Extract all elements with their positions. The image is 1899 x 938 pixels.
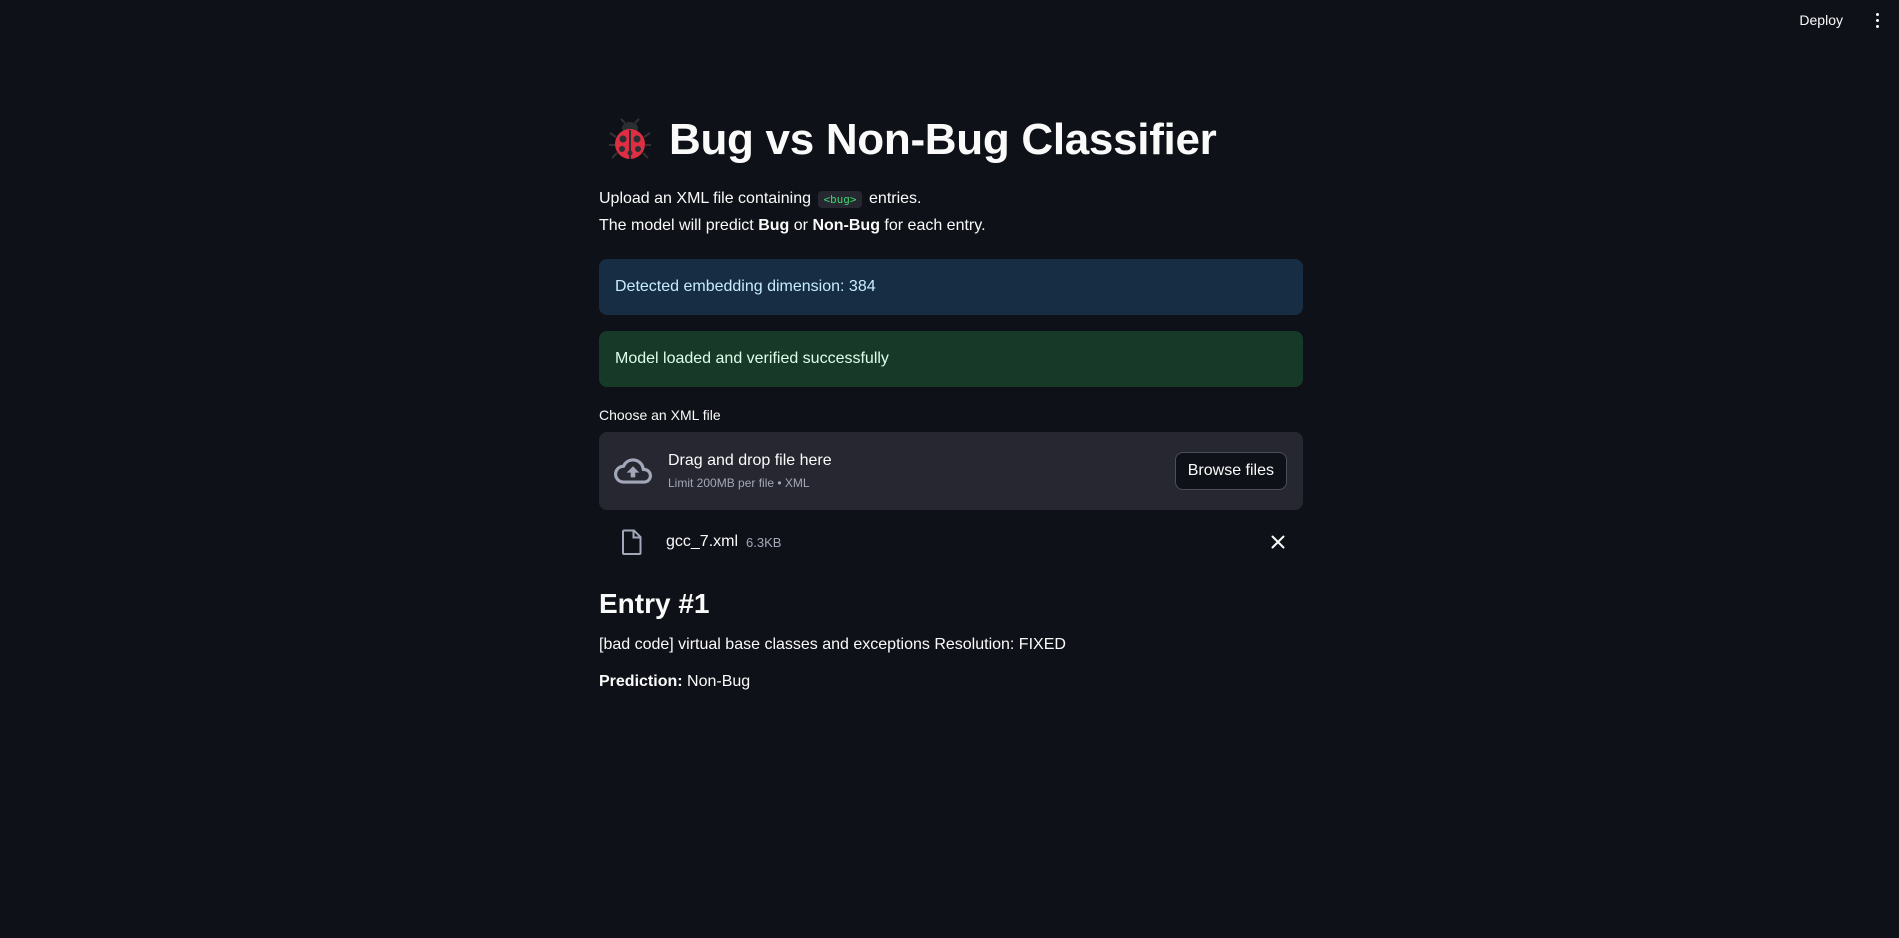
file-uploader-label: Choose an XML file: [599, 407, 721, 423]
ladybug-icon: [609, 118, 651, 159]
info-alert-text: Detected embedding dimension: 384: [615, 278, 876, 295]
prediction-value: Non-Bug: [687, 673, 751, 690]
intro-line-1: Upload an XML file containing <bug> entr…: [599, 186, 1303, 213]
info-alert: Detected embedding dimension: 384: [599, 259, 1303, 315]
entry-text: [bad code] virtual base classes and exce…: [599, 636, 1066, 653]
bug-label: Bug: [758, 217, 790, 234]
page-header: Bug vs Non-Bug Classifier: [599, 108, 1303, 172]
bug-tag-code: <bug>: [818, 191, 862, 208]
main-menu-icon[interactable]: [1873, 13, 1881, 29]
prediction-label: Prediction:: [599, 673, 683, 690]
main-content: Bug vs Non-Bug Classifier Upload an XML …: [599, 108, 1303, 691]
dropzone-instructions: Drag and drop file here Limit 200MB per …: [668, 452, 832, 490]
top-toolbar: Deploy: [0, 0, 1899, 44]
file-dropzone[interactable]: Drag and drop file here Limit 200MB per …: [599, 432, 1303, 510]
drag-drop-text: Drag and drop file here: [668, 452, 832, 469]
browse-files-button[interactable]: Browse files: [1174, 452, 1287, 490]
uploaded-file-name: gcc_7.xml: [666, 533, 739, 550]
intro-line-2-mid: or: [793, 217, 808, 234]
remove-file-icon[interactable]: [1271, 535, 1285, 549]
file-limit-text: Limit 200MB per file • XML: [668, 476, 810, 490]
intro-line-2-suffix: for each entry.: [884, 217, 986, 234]
uploaded-file-item: gcc_7.xml 6.3KB: [599, 526, 1303, 558]
page-title: Bug vs Non-Bug Classifier: [669, 115, 1217, 164]
intro-line-1-suffix: entries.: [869, 190, 922, 207]
deploy-button[interactable]: Deploy: [1799, 12, 1843, 28]
file-icon: [622, 529, 642, 555]
success-alert-text: Model loaded and verified successfully: [615, 350, 889, 367]
intro-text: Upload an XML file containing <bug> entr…: [599, 186, 1303, 239]
success-alert: Model loaded and verified successfully: [599, 331, 1303, 387]
intro-line-2-prefix: The model will predict: [599, 217, 754, 234]
entry-heading: Entry #1: [599, 588, 710, 619]
cloud-upload-icon: [614, 458, 652, 484]
intro-line-2: The model will predict Bug or Non-Bug fo…: [599, 213, 1303, 239]
uploaded-file-size: 6.3KB: [746, 534, 782, 550]
intro-line-1-prefix: Upload an XML file containing: [599, 190, 811, 207]
non-bug-label: Non-Bug: [812, 217, 880, 234]
prediction-result: Prediction: Non-Bug: [599, 673, 1303, 691]
